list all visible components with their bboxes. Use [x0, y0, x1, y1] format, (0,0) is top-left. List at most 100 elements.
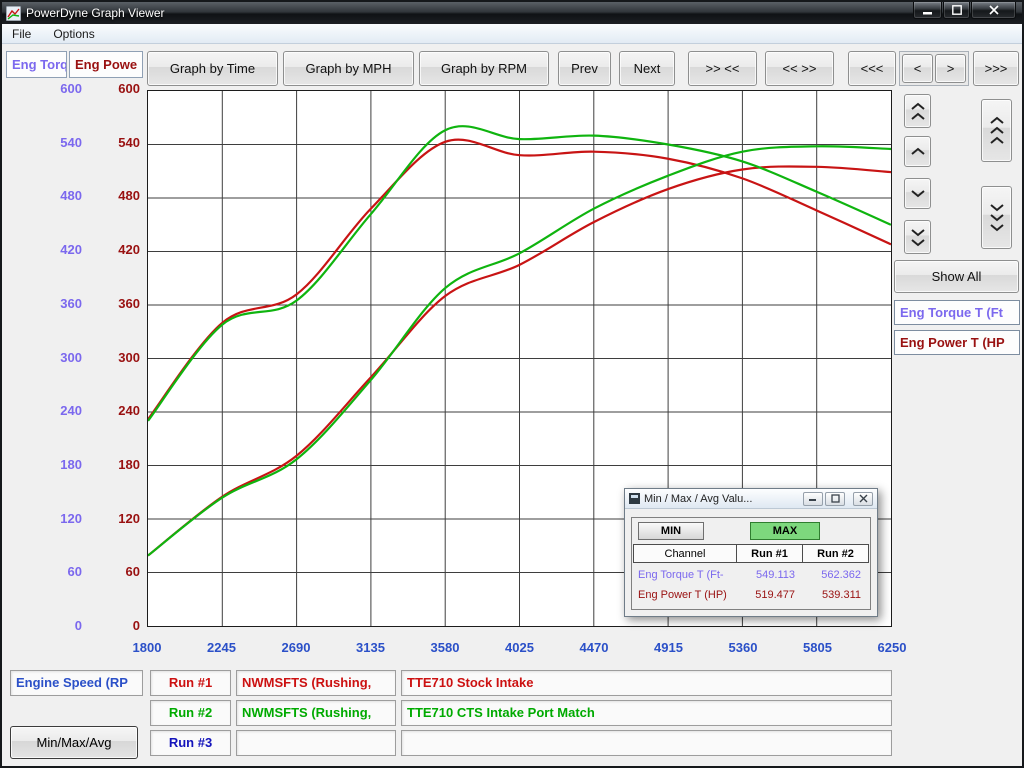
minmax-minimize-icon[interactable] — [803, 492, 823, 506]
app-window: PowerDyne Graph Viewer File Options Eng … — [0, 0, 1024, 768]
pan-far-right-button[interactable]: >>> — [973, 51, 1019, 86]
x-channel-field[interactable]: Engine Speed (RP — [10, 670, 143, 696]
y-axis-tick: 240 — [38, 403, 82, 421]
run2-file-field[interactable]: NWMSFTS (Rushing, — [236, 700, 396, 726]
menu-bar: File Options — [2, 24, 1022, 44]
column-channel: Channel — [633, 544, 737, 563]
tab-eng-torque-axis[interactable]: Eng Torq — [6, 51, 67, 78]
chevron-down-icon — [989, 203, 1005, 212]
chevron-down-icon — [910, 228, 926, 237]
minmaxavg-button[interactable]: Min/Max/Avg — [10, 726, 138, 759]
run2-description-field[interactable]: TTE710 CTS Intake Port Match — [401, 700, 892, 726]
x-axis-tick: 2690 — [266, 640, 326, 655]
chevron-down-icon — [910, 189, 926, 198]
max-toggle-button[interactable]: MAX — [750, 522, 820, 540]
y-axis-tick: 0 — [96, 618, 140, 636]
axis-scroll-up-fast-button[interactable] — [904, 94, 931, 128]
run1-description-field[interactable]: TTE710 Stock Intake — [401, 670, 892, 696]
y-axis-tick: 120 — [38, 511, 82, 529]
y-axis-tick: 600 — [38, 81, 82, 99]
pan-far-left-button[interactable]: <<< — [848, 51, 896, 86]
run2-max-value: 562.362 — [803, 569, 869, 581]
axis-scroll-down-button[interactable] — [904, 178, 931, 209]
close-icon[interactable] — [971, 2, 1016, 19]
y-axis-tick: 360 — [38, 296, 82, 314]
chevron-down-icon — [989, 213, 1005, 222]
power-channel-label[interactable]: Eng Power T (HP — [894, 330, 1020, 355]
chevron-up-icon — [910, 112, 926, 121]
column-run2: Run #2 — [802, 544, 869, 563]
torque-channel-label[interactable]: Eng Torque T (Ft — [894, 300, 1020, 325]
axis-expand-up-button[interactable] — [981, 99, 1012, 162]
minimize-icon[interactable] — [913, 2, 942, 19]
minmax-title-bar[interactable]: Min / Max / Avg Valu... — [625, 489, 877, 509]
run2-label[interactable]: Run #2 — [150, 700, 231, 726]
pan-left-button[interactable]: < — [902, 54, 933, 83]
x-axis-tick: 3135 — [341, 640, 401, 655]
axis-scroll-up-button[interactable] — [904, 136, 931, 167]
x-axis-tick: 3580 — [415, 640, 475, 655]
minmax-panel: MIN MAX Channel Run #1 Run #2 Eng Torque… — [631, 517, 871, 610]
graph-by-time-button[interactable]: Graph by Time — [147, 51, 278, 86]
window-title: PowerDyne Graph Viewer — [26, 6, 165, 20]
y-axis-tick: 180 — [96, 457, 140, 475]
axis-scroll-down-fast-button[interactable] — [904, 220, 931, 254]
y-axis-tick: 60 — [96, 564, 140, 582]
caption-buttons — [913, 2, 1016, 19]
app-icon — [6, 6, 21, 21]
x-axis-tick: 5360 — [713, 640, 773, 655]
y-axis-tick: 420 — [96, 242, 140, 260]
next-button[interactable]: Next — [619, 51, 675, 86]
chevron-up-icon — [989, 126, 1005, 135]
channel-name: Eng Torque T (Ft- — [633, 569, 737, 581]
zoom-in-button[interactable]: >> << — [688, 51, 757, 86]
prev-button[interactable]: Prev — [558, 51, 611, 86]
run3-label[interactable]: Run #3 — [150, 730, 231, 756]
run1-label[interactable]: Run #1 — [150, 670, 231, 696]
minmax-close-icon[interactable] — [853, 492, 873, 506]
run1-max-value: 549.113 — [737, 569, 803, 581]
y-axis-tick: 240 — [96, 403, 140, 421]
maximize-icon[interactable] — [943, 2, 970, 19]
graph-by-rpm-button[interactable]: Graph by RPM — [419, 51, 549, 86]
y-axis-tick: 480 — [96, 188, 140, 206]
x-axis-tick: 4470 — [564, 640, 624, 655]
y-axis-tick: 600 — [96, 81, 140, 99]
y-axis-tick: 420 — [38, 242, 82, 260]
run2-max-value: 539.311 — [803, 589, 869, 601]
y-axis-tick: 60 — [38, 564, 82, 582]
min-toggle-button[interactable]: MIN — [638, 522, 704, 540]
pan-step-group: < > — [899, 51, 969, 86]
chevron-up-icon — [989, 136, 1005, 145]
x-axis-tick: 4915 — [639, 640, 699, 655]
column-run1: Run #1 — [736, 544, 803, 563]
run1-file-field[interactable]: NWMSFTS (Rushing, — [236, 670, 396, 696]
axis-expand-down-button[interactable] — [981, 186, 1012, 249]
y-axis-tick: 540 — [96, 135, 140, 153]
x-axis-tick: 6250 — [862, 640, 922, 655]
y-axis-tick: 300 — [38, 350, 82, 368]
menu-options[interactable]: Options — [49, 26, 98, 42]
chevron-up-icon — [910, 147, 926, 156]
minmax-window[interactable]: Min / Max / Avg Valu... MIN MAX Channel … — [624, 488, 878, 617]
x-axis-tick: 2245 — [192, 640, 252, 655]
chevron-up-icon — [910, 102, 926, 111]
graph-by-mph-button[interactable]: Graph by MPH — [283, 51, 414, 86]
x-axis-tick: 5805 — [788, 640, 848, 655]
table-row-torque: Eng Torque T (Ft- 549.113 562.362 — [633, 565, 869, 584]
y-axis-tick: 360 — [96, 296, 140, 314]
show-all-button[interactable]: Show All — [894, 260, 1019, 293]
menu-file[interactable]: File — [8, 26, 35, 42]
run3-file-field[interactable] — [236, 730, 396, 756]
tab-eng-power-axis[interactable]: Eng Powe — [69, 51, 143, 78]
y-axis-tick: 120 — [96, 511, 140, 529]
run3-description-field[interactable] — [401, 730, 892, 756]
minmax-restore-icon[interactable] — [825, 492, 845, 506]
pan-right-button[interactable]: > — [935, 54, 966, 83]
y-axis-tick: 480 — [38, 188, 82, 206]
chevron-down-icon — [989, 223, 1005, 232]
title-bar[interactable]: PowerDyne Graph Viewer — [2, 2, 1022, 24]
zoom-out-button[interactable]: << >> — [765, 51, 834, 86]
x-axis-tick: 1800 — [117, 640, 177, 655]
minmax-window-icon — [629, 493, 640, 504]
